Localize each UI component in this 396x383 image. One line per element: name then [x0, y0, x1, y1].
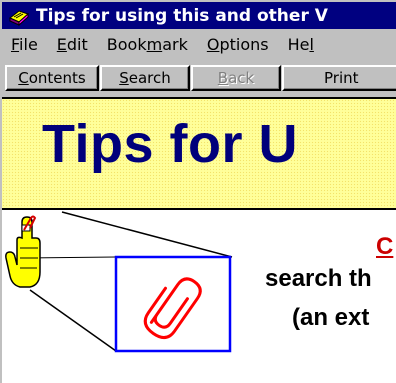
body-text-line-1: search th	[265, 265, 372, 292]
tip-illustration	[5, 211, 233, 353]
title-bar[interactable]: Tips for using this and other V	[2, 2, 396, 29]
title-banner: Tips for U	[2, 99, 396, 210]
back-button[interactable]: Back	[191, 65, 281, 91]
menu-edit[interactable]: Edit	[48, 35, 98, 54]
topic-heading: Tips for U	[42, 114, 299, 174]
menu-options[interactable]: Options	[198, 35, 279, 54]
help-window: Tips for using this and other V File Edi…	[0, 0, 396, 383]
topic-content: Tips for U C search th (an ext	[2, 99, 396, 383]
menu-file[interactable]: File	[2, 35, 48, 54]
button-bar: Contents Search Back Print	[2, 59, 396, 99]
pointing-hand-icon	[5, 215, 41, 288]
zoom-frame	[114, 255, 232, 353]
window-title: Tips for using this and other V	[36, 5, 328, 26]
menu-bookmark[interactable]: Bookmark	[98, 35, 198, 54]
print-button[interactable]: Print	[282, 65, 396, 91]
menu-bar: File Edit Bookmark Options Hel	[2, 29, 396, 59]
help-book-icon[interactable]	[8, 5, 30, 27]
topic-link[interactable]: C	[376, 233, 393, 261]
search-button[interactable]: Search	[100, 65, 190, 91]
contents-button[interactable]: Contents	[5, 65, 99, 91]
body-text-line-2: (an ext	[292, 304, 370, 331]
menu-help[interactable]: Hel	[279, 35, 324, 54]
zoom-line-top	[61, 211, 233, 258]
zoom-line-bottom	[29, 289, 117, 352]
